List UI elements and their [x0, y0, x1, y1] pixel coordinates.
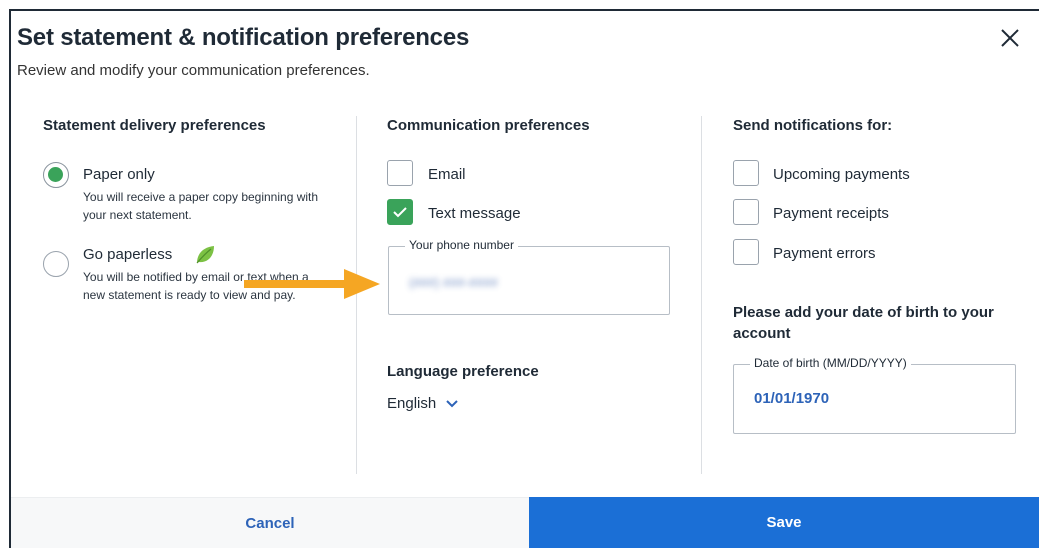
- date-of-birth-label: Date of birth (MM/DD/YYYY): [750, 356, 911, 370]
- cancel-button[interactable]: Cancel: [11, 497, 529, 548]
- dialog-title: Set statement & notification preferences: [17, 24, 470, 51]
- email-label: Email: [428, 166, 466, 183]
- date-of-birth-field[interactable]: Date of birth (MM/DD/YYYY) 01/01/1970: [733, 356, 1016, 434]
- payment-receipts-checkbox[interactable]: [733, 199, 759, 225]
- leaf-icon: [194, 244, 216, 271]
- text-message-checkbox[interactable]: [387, 199, 413, 225]
- checkmark-icon: [393, 207, 407, 218]
- column-divider: [701, 116, 702, 474]
- communication-heading: Communication preferences: [387, 117, 590, 134]
- phone-number-label: Your phone number: [405, 238, 518, 252]
- annotation-arrow-icon: [244, 267, 380, 306]
- statement-heading: Statement delivery preferences: [43, 117, 266, 134]
- payment-errors-label: Payment errors: [773, 245, 876, 262]
- email-checkbox[interactable]: [387, 160, 413, 186]
- dialog-subtitle: Review and modify your communication pre…: [17, 62, 370, 79]
- go-paperless-radio[interactable]: [43, 251, 69, 277]
- date-of-birth-value: 01/01/1970: [754, 390, 830, 407]
- notifications-heading: Send notifications for:: [733, 117, 893, 134]
- paper-only-radio[interactable]: [43, 162, 69, 188]
- paper-only-description: You will receive a paper copy beginning …: [83, 190, 319, 222]
- phone-number-field[interactable]: Your phone number (###) ###-####: [388, 238, 670, 315]
- phone-number-value: (###) ###-####: [409, 275, 498, 290]
- language-heading: Language preference: [387, 363, 539, 380]
- close-icon[interactable]: [998, 26, 1022, 50]
- go-paperless-label: Go paperless: [83, 246, 173, 263]
- dialog-footer: Cancel Save: [11, 497, 1039, 548]
- upcoming-payments-label: Upcoming payments: [773, 166, 910, 183]
- paper-only-label: Paper only: [83, 166, 155, 183]
- language-select[interactable]: English: [387, 395, 458, 412]
- dob-heading: Please add your date of birth to your ac…: [733, 304, 994, 342]
- text-message-label: Text message: [428, 205, 521, 222]
- save-button[interactable]: Save: [529, 497, 1039, 548]
- payment-receipts-label: Payment receipts: [773, 205, 889, 222]
- chevron-down-icon: [446, 399, 458, 407]
- language-value: English: [387, 395, 437, 412]
- payment-errors-checkbox[interactable]: [733, 239, 759, 265]
- upcoming-payments-checkbox[interactable]: [733, 160, 759, 186]
